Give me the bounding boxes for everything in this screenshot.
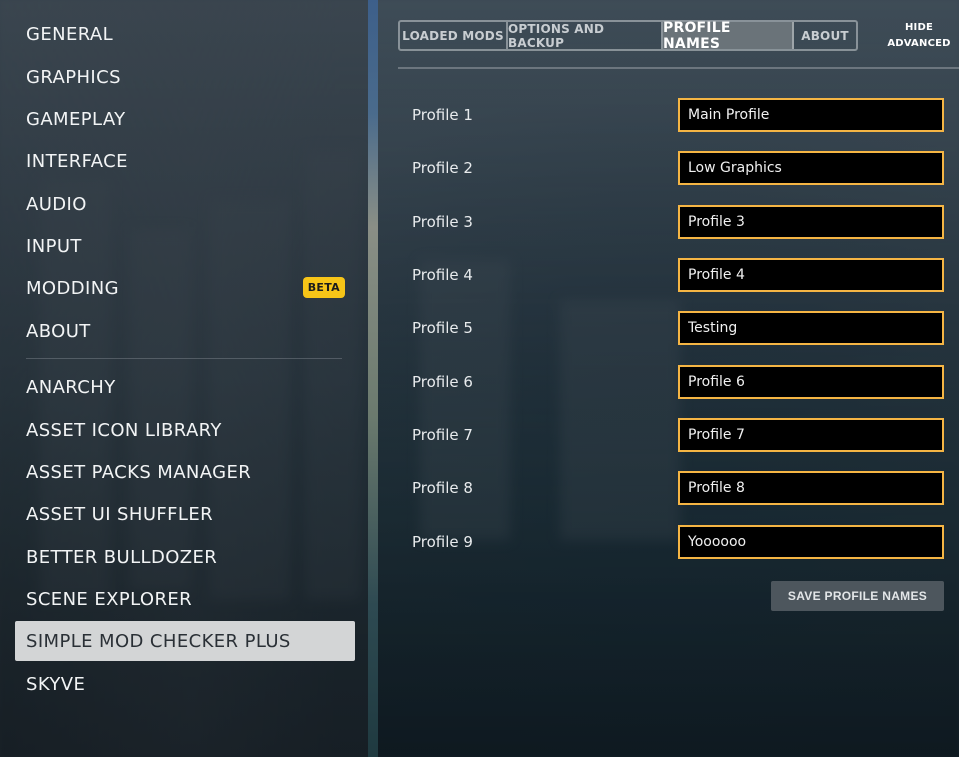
sidebar-item-input[interactable]: INPUT	[15, 226, 355, 266]
sidebar-item-label: ANARCHY	[26, 376, 116, 398]
sidebar-item-audio[interactable]: AUDIO	[15, 184, 355, 224]
tab-label: OPTIONS AND BACKUP	[508, 21, 605, 50]
sidebar-item-label: GENERAL	[26, 23, 114, 45]
tab-bar: LOADED MODS OPTIONS AND BACKUP PROFILE N…	[398, 19, 858, 52]
profile-5-input[interactable]	[678, 311, 944, 345]
sidebar-item-label: GRAPHICS	[26, 66, 121, 88]
sidebar-item-label: MODDING	[26, 277, 119, 299]
sidebar-item-asset-ui-shuffler[interactable]: ASSET UI SHUFFLER	[15, 494, 355, 534]
background-strip	[368, 0, 378, 757]
beta-badge: BETA	[302, 277, 345, 298]
tab-label: ABOUT	[801, 28, 849, 43]
tab-loaded-mods[interactable]: LOADED MODS	[400, 22, 508, 49]
sidebar-item-label: GAMEPLAY	[26, 108, 126, 130]
profile-9-input[interactable]	[678, 525, 944, 559]
hide-advanced-line2: ADVANCED	[887, 38, 951, 49]
sidebar-item-asset-packs-manager[interactable]: ASSET PACKS MANAGER	[15, 452, 355, 492]
sidebar-divider	[26, 358, 342, 359]
tab-about[interactable]: ABOUT	[794, 22, 856, 49]
profile-2-label: Profile 2	[412, 159, 473, 177]
sidebar-item-label: ABOUT	[26, 320, 91, 342]
sidebar-item-scene-explorer[interactable]: SCENE EXPLORER	[15, 579, 355, 619]
hide-advanced-line1: HIDE	[904, 22, 934, 33]
profile-7-input[interactable]	[678, 418, 944, 452]
sidebar-item-skyve[interactable]: SKYVE	[15, 664, 355, 704]
profile-3-input[interactable]	[678, 205, 944, 239]
sidebar-item-modding[interactable]: MODDING BETA	[15, 268, 355, 308]
sidebar-item-interface[interactable]: INTERFACE	[15, 141, 355, 181]
profile-1-label: Profile 1	[412, 106, 473, 124]
profile-6-label: Profile 6	[412, 373, 473, 391]
sidebar-item-label: BETTER BULLDOZER	[26, 546, 218, 568]
sidebar-item-simple-mod-checker-plus[interactable]: SIMPLE MOD CHECKER PLUS	[15, 621, 355, 661]
sidebar-item-label: ASSET UI SHUFFLER	[26, 503, 214, 525]
sidebar-item-gameplay[interactable]: GAMEPLAY	[15, 99, 355, 139]
sidebar-item-label: SIMPLE MOD CHECKER PLUS	[26, 630, 291, 652]
sidebar-item-label: SCENE EXPLORER	[26, 588, 193, 610]
profile-8-input[interactable]	[678, 471, 944, 505]
sidebar-item-label: AUDIO	[26, 193, 87, 215]
profile-5-label: Profile 5	[412, 319, 473, 337]
profile-1-input[interactable]	[678, 98, 944, 132]
tab-options-and-backup[interactable]: OPTIONS AND BACKUP	[508, 21, 663, 50]
save-profile-names-button[interactable]: SAVE PROFILE NAMES	[771, 581, 944, 611]
profile-9-label: Profile 9	[412, 533, 473, 551]
tab-label: LOADED MODS	[402, 28, 504, 43]
sidebar-item-general[interactable]: GENERAL	[15, 14, 355, 54]
sidebar-item-label: ASSET PACKS MANAGER	[26, 461, 252, 483]
sidebar-item-better-bulldozer[interactable]: BETTER BULLDOZER	[15, 537, 355, 577]
sidebar-item-label: INTERFACE	[26, 150, 128, 172]
sidebar-item-graphics[interactable]: GRAPHICS	[15, 57, 355, 97]
profile-3-label: Profile 3	[412, 213, 473, 231]
profile-4-label: Profile 4	[412, 266, 473, 284]
tab-label: PROFILE NAMES	[663, 19, 731, 52]
profile-6-input[interactable]	[678, 365, 944, 399]
tab-underline	[398, 67, 959, 69]
profile-4-input[interactable]	[678, 258, 944, 292]
sidebar-item-about[interactable]: ABOUT	[15, 311, 355, 351]
profile-2-input[interactable]	[678, 151, 944, 185]
sidebar-item-label: INPUT	[26, 235, 82, 257]
hide-advanced-button[interactable]: HIDE ADVANCED	[887, 20, 951, 52]
sidebar-item-anarchy[interactable]: ANARCHY	[15, 367, 355, 407]
sidebar-item-label: ASSET ICON LIBRARY	[26, 419, 222, 441]
tab-profile-names[interactable]: PROFILE NAMES	[663, 19, 794, 52]
profile-7-label: Profile 7	[412, 426, 473, 444]
profile-8-label: Profile 8	[412, 479, 473, 497]
sidebar-item-asset-icon-library[interactable]: ASSET ICON LIBRARY	[15, 410, 355, 450]
sidebar-item-label: SKYVE	[26, 673, 86, 695]
